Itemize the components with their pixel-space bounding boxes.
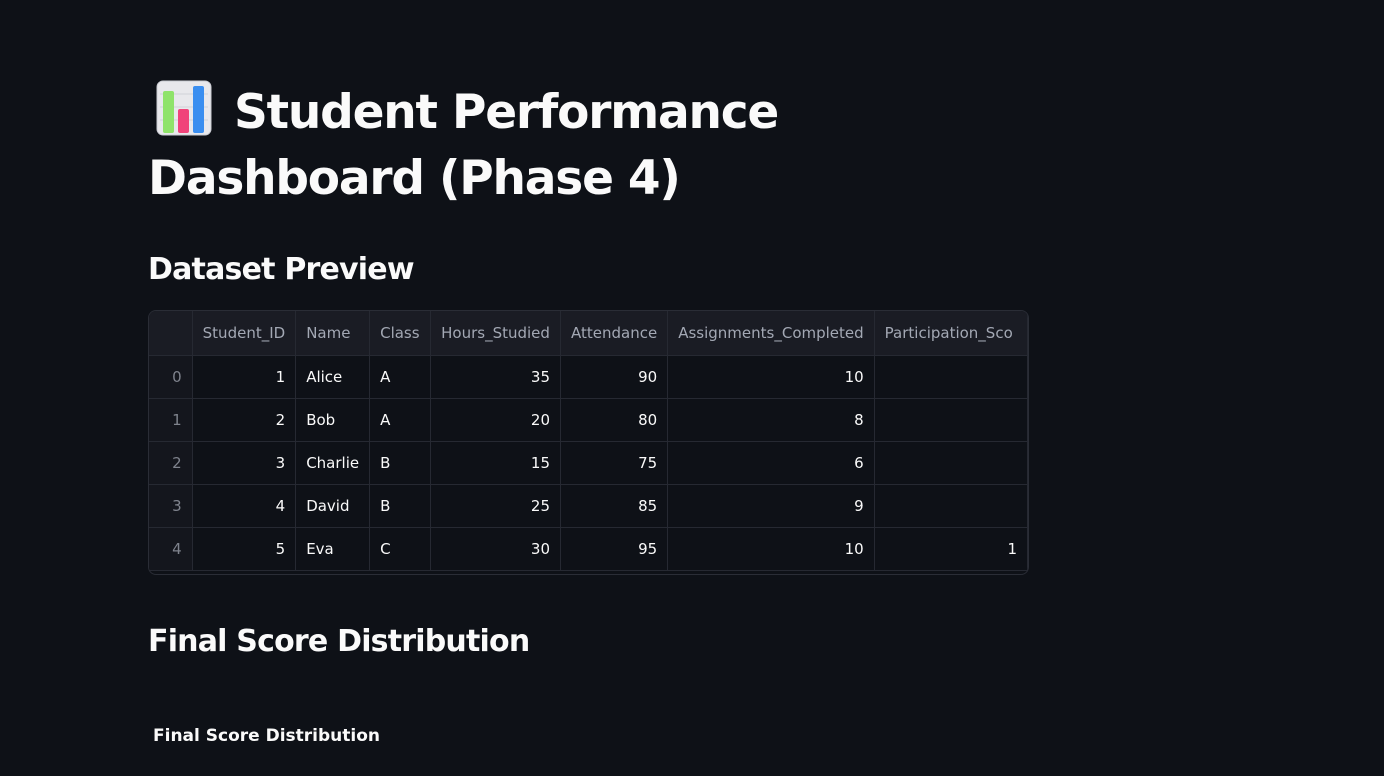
table-cell[interactable] [874,484,1028,528]
row-index: 0 [149,355,193,399]
row-index: 1 [149,398,193,442]
row-index: 3 [149,484,193,528]
table-cell[interactable]: 25 [430,484,562,528]
row-index: 2 [149,441,193,485]
column-header[interactable]: Attendance [560,311,669,356]
table-cell[interactable]: 1 [874,527,1028,571]
column-header[interactable]: Participation_Sco [874,311,1028,356]
table-cell[interactable]: Eva [295,527,371,571]
table-cell[interactable]: 35 [430,355,562,399]
table-cell[interactable]: 80 [560,398,669,442]
table-cell[interactable]: 85 [560,484,669,528]
table-cell[interactable]: A [369,355,432,399]
index-header [149,311,193,356]
table-cell[interactable]: 9 [667,484,875,528]
chart-title: Final Score Distribution [153,726,380,746]
dataset-preview-heading: Dataset Preview [148,252,415,287]
table-row[interactable]: 1 2 Bob A 20 80 8 [149,398,1028,442]
table-cell[interactable] [874,398,1028,442]
table-cell[interactable]: 15 [430,441,562,485]
column-header[interactable]: Name [295,311,371,356]
table-cell[interactable]: 90 [560,355,669,399]
table-row[interactable]: 4 5 Eva C 30 95 10 1 [149,527,1028,571]
table-cell[interactable]: 10 [667,355,875,399]
table-cell[interactable]: Alice [295,355,371,399]
row-index: 4 [149,527,193,571]
table-cell[interactable]: 8 [667,398,875,442]
table-cell[interactable] [874,355,1028,399]
final-score-heading: Final Score Distribution [148,624,530,659]
dataset-table[interactable]: Student_ID Name Class Hours_Studied Attendan… [148,310,1029,575]
dataset-grid[interactable]: Student_ID Name Class Hours_Studied Attendan… [149,311,1028,571]
table-cell[interactable] [874,441,1028,485]
table-cell[interactable]: David [295,484,371,528]
table-cell[interactable]: 3 [192,441,297,485]
table-cell[interactable]: B [369,484,432,528]
table-cell[interactable]: 5 [192,527,297,571]
column-header[interactable]: Assignments_Completed [667,311,875,356]
table-cell[interactable]: B [369,441,432,485]
column-header[interactable]: Class [369,311,432,356]
table-cell[interactable]: 95 [560,527,669,571]
column-header[interactable]: Student_ID [192,311,297,356]
table-cell[interactable]: 6 [667,441,875,485]
bar-chart-emoji-icon [156,80,212,136]
table-cell[interactable]: 30 [430,527,562,571]
table-cell[interactable]: 4 [192,484,297,528]
page-title-text: Student Performance Dashboard (Phase 4) [148,85,779,206]
table-cell[interactable]: 10 [667,527,875,571]
table-cell[interactable]: C [369,527,432,571]
table-cell[interactable]: 1 [192,355,297,399]
table-header-row: Student_ID Name Class Hours_Studied Attendan… [149,311,1028,356]
table-row[interactable]: 2 3 Charlie B 15 75 6 [149,441,1028,485]
table-cell[interactable]: Bob [295,398,371,442]
table-cell[interactable]: 75 [560,441,669,485]
table-cell[interactable]: 20 [430,398,562,442]
table-cell[interactable]: A [369,398,432,442]
table-cell[interactable]: Charlie [295,441,371,485]
table-row[interactable]: 3 4 David B 25 85 9 [149,484,1028,528]
page-title: Student Performance Dashboard (Phase 4) [148,80,1048,212]
column-header[interactable]: Hours_Studied [430,311,562,356]
table-row[interactable]: 0 1 Alice A 35 90 10 [149,355,1028,399]
table-cell[interactable]: 2 [192,398,297,442]
